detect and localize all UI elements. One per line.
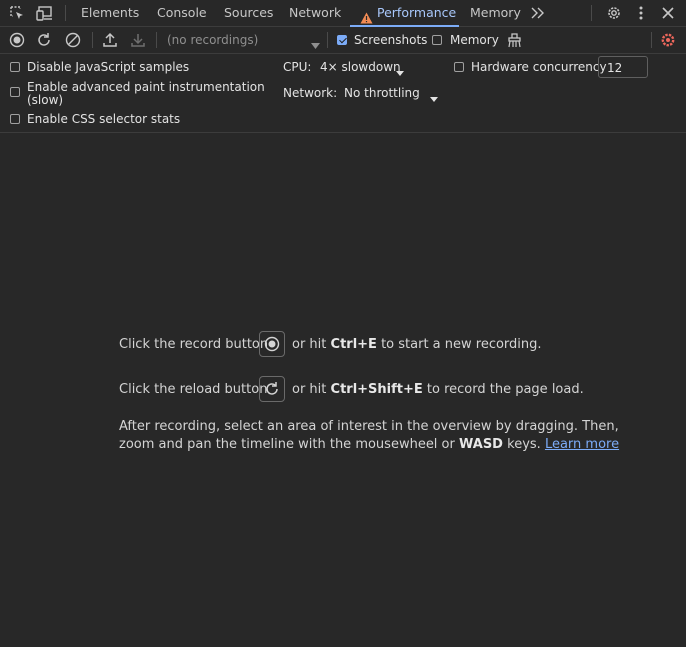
toolbar-divider-2 <box>156 32 157 48</box>
reload-post: to record the page load. <box>426 382 584 397</box>
capture-settings-gear-icon[interactable] <box>660 32 676 48</box>
after-line2-pre: zoom and pan the timeline with the mouse… <box>119 437 455 452</box>
after-recording-line1: After recording, select an area of inter… <box>119 419 619 434</box>
recordings-placeholder: (no recordings) <box>167 33 259 47</box>
devtools-tab-bar: Elements Console Sources Network Perform… <box>0 0 686 27</box>
tab-elements[interactable]: Elements <box>81 0 139 26</box>
warning-icon <box>360 7 373 24</box>
cpu-throttling-select[interactable]: 4× slowdown <box>318 57 408 77</box>
garbage-collect-icon[interactable] <box>507 32 522 48</box>
reload-instruction-pre: Click the reload button <box>119 382 268 397</box>
css-selector-stats-label: Enable CSS selector stats <box>27 112 181 126</box>
hardware-concurrency-input[interactable]: 12 <box>598 56 648 78</box>
disable-js-samples-label: Disable JavaScript samples <box>27 60 190 74</box>
chevron-down-icon <box>430 91 438 102</box>
screenshots-label: Screenshots <box>354 33 428 47</box>
capture-settings-pane: Disable JavaScript samples Enable advanc… <box>0 54 686 133</box>
settings-gear-icon[interactable] <box>606 5 622 21</box>
screenshots-checkbox[interactable] <box>337 35 347 45</box>
wasd-key: WASD <box>459 437 503 452</box>
memory-checkbox[interactable] <box>432 35 442 45</box>
toolbar-divider-3 <box>327 32 328 48</box>
css-selector-stats-checkbox[interactable] <box>10 114 20 124</box>
toolbar-divider <box>92 32 93 48</box>
tab-bar-divider-right <box>591 5 592 21</box>
tab-sources[interactable]: Sources <box>224 0 273 26</box>
record-icon[interactable] <box>9 32 25 48</box>
toolbar-divider-4 <box>651 32 652 48</box>
network-label: Network: <box>283 86 338 100</box>
device-toolbar-icon[interactable] <box>36 5 54 21</box>
record-post: to start a new recording. <box>381 337 542 352</box>
reload-instruction: Click the reload button <box>119 382 267 397</box>
landing-reload-button[interactable] <box>259 376 285 402</box>
tab-console[interactable]: Console <box>157 0 207 26</box>
after-recording-line2: zoom and pan the timeline with the mouse… <box>119 437 619 452</box>
more-tabs-icon[interactable] <box>531 7 545 19</box>
record-or: or hit <box>292 337 327 352</box>
hardware-concurrency-checkbox[interactable] <box>454 62 464 72</box>
close-icon[interactable] <box>661 6 675 20</box>
tab-performance-label: Performance <box>377 5 457 20</box>
reload-icon <box>264 381 280 397</box>
reload-record-icon[interactable] <box>36 32 52 48</box>
cpu-label: CPU: <box>283 60 312 74</box>
download-icon[interactable] <box>130 32 146 48</box>
inspect-element-icon[interactable] <box>9 5 25 21</box>
network-value: No throttling <box>344 86 420 100</box>
record-shortcut-key: Ctrl+E <box>330 337 377 352</box>
clear-icon[interactable] <box>65 32 81 48</box>
reload-shortcut-key: Ctrl+Shift+E <box>330 382 423 397</box>
memory-label: Memory <box>450 33 499 47</box>
performance-toolbar: (no recordings) Screenshots Memory <box>0 27 686 54</box>
network-throttling-select[interactable]: No throttling <box>342 83 442 103</box>
advanced-paint-checkbox[interactable] <box>10 87 20 97</box>
chevron-down-icon <box>396 65 404 76</box>
record-instruction: Click the record button <box>119 337 268 352</box>
tab-bar-divider <box>65 5 66 21</box>
after-line2-post: keys. <box>507 437 541 452</box>
reload-shortcut-text: or hit Ctrl+Shift+E to record the page l… <box>292 382 584 397</box>
disable-js-samples-checkbox[interactable] <box>10 62 20 72</box>
tab-performance[interactable]: Performance <box>350 0 459 27</box>
reload-or: or hit <box>292 382 327 397</box>
chevron-down-icon <box>311 38 320 49</box>
cpu-value: 4× slowdown <box>320 60 401 74</box>
upload-icon[interactable] <box>102 32 118 48</box>
recordings-select[interactable]: (no recordings) <box>160 29 324 51</box>
record-shortcut-text: or hit Ctrl+E to start a new recording. <box>292 337 542 352</box>
more-options-icon[interactable] <box>638 5 644 21</box>
landing-record-button[interactable] <box>259 331 285 357</box>
tab-memory[interactable]: Memory <box>470 0 521 26</box>
advanced-paint-label: Enable advanced paint instrumentation <box>27 80 265 94</box>
tab-network[interactable]: Network <box>289 0 341 26</box>
hardware-concurrency-label: Hardware concurrency <box>471 60 607 74</box>
record-instruction-pre: Click the record button <box>119 337 269 352</box>
learn-more-link[interactable]: Learn more <box>545 437 619 452</box>
advanced-paint-label-slow: (slow) <box>27 93 64 107</box>
record-icon <box>264 336 280 352</box>
